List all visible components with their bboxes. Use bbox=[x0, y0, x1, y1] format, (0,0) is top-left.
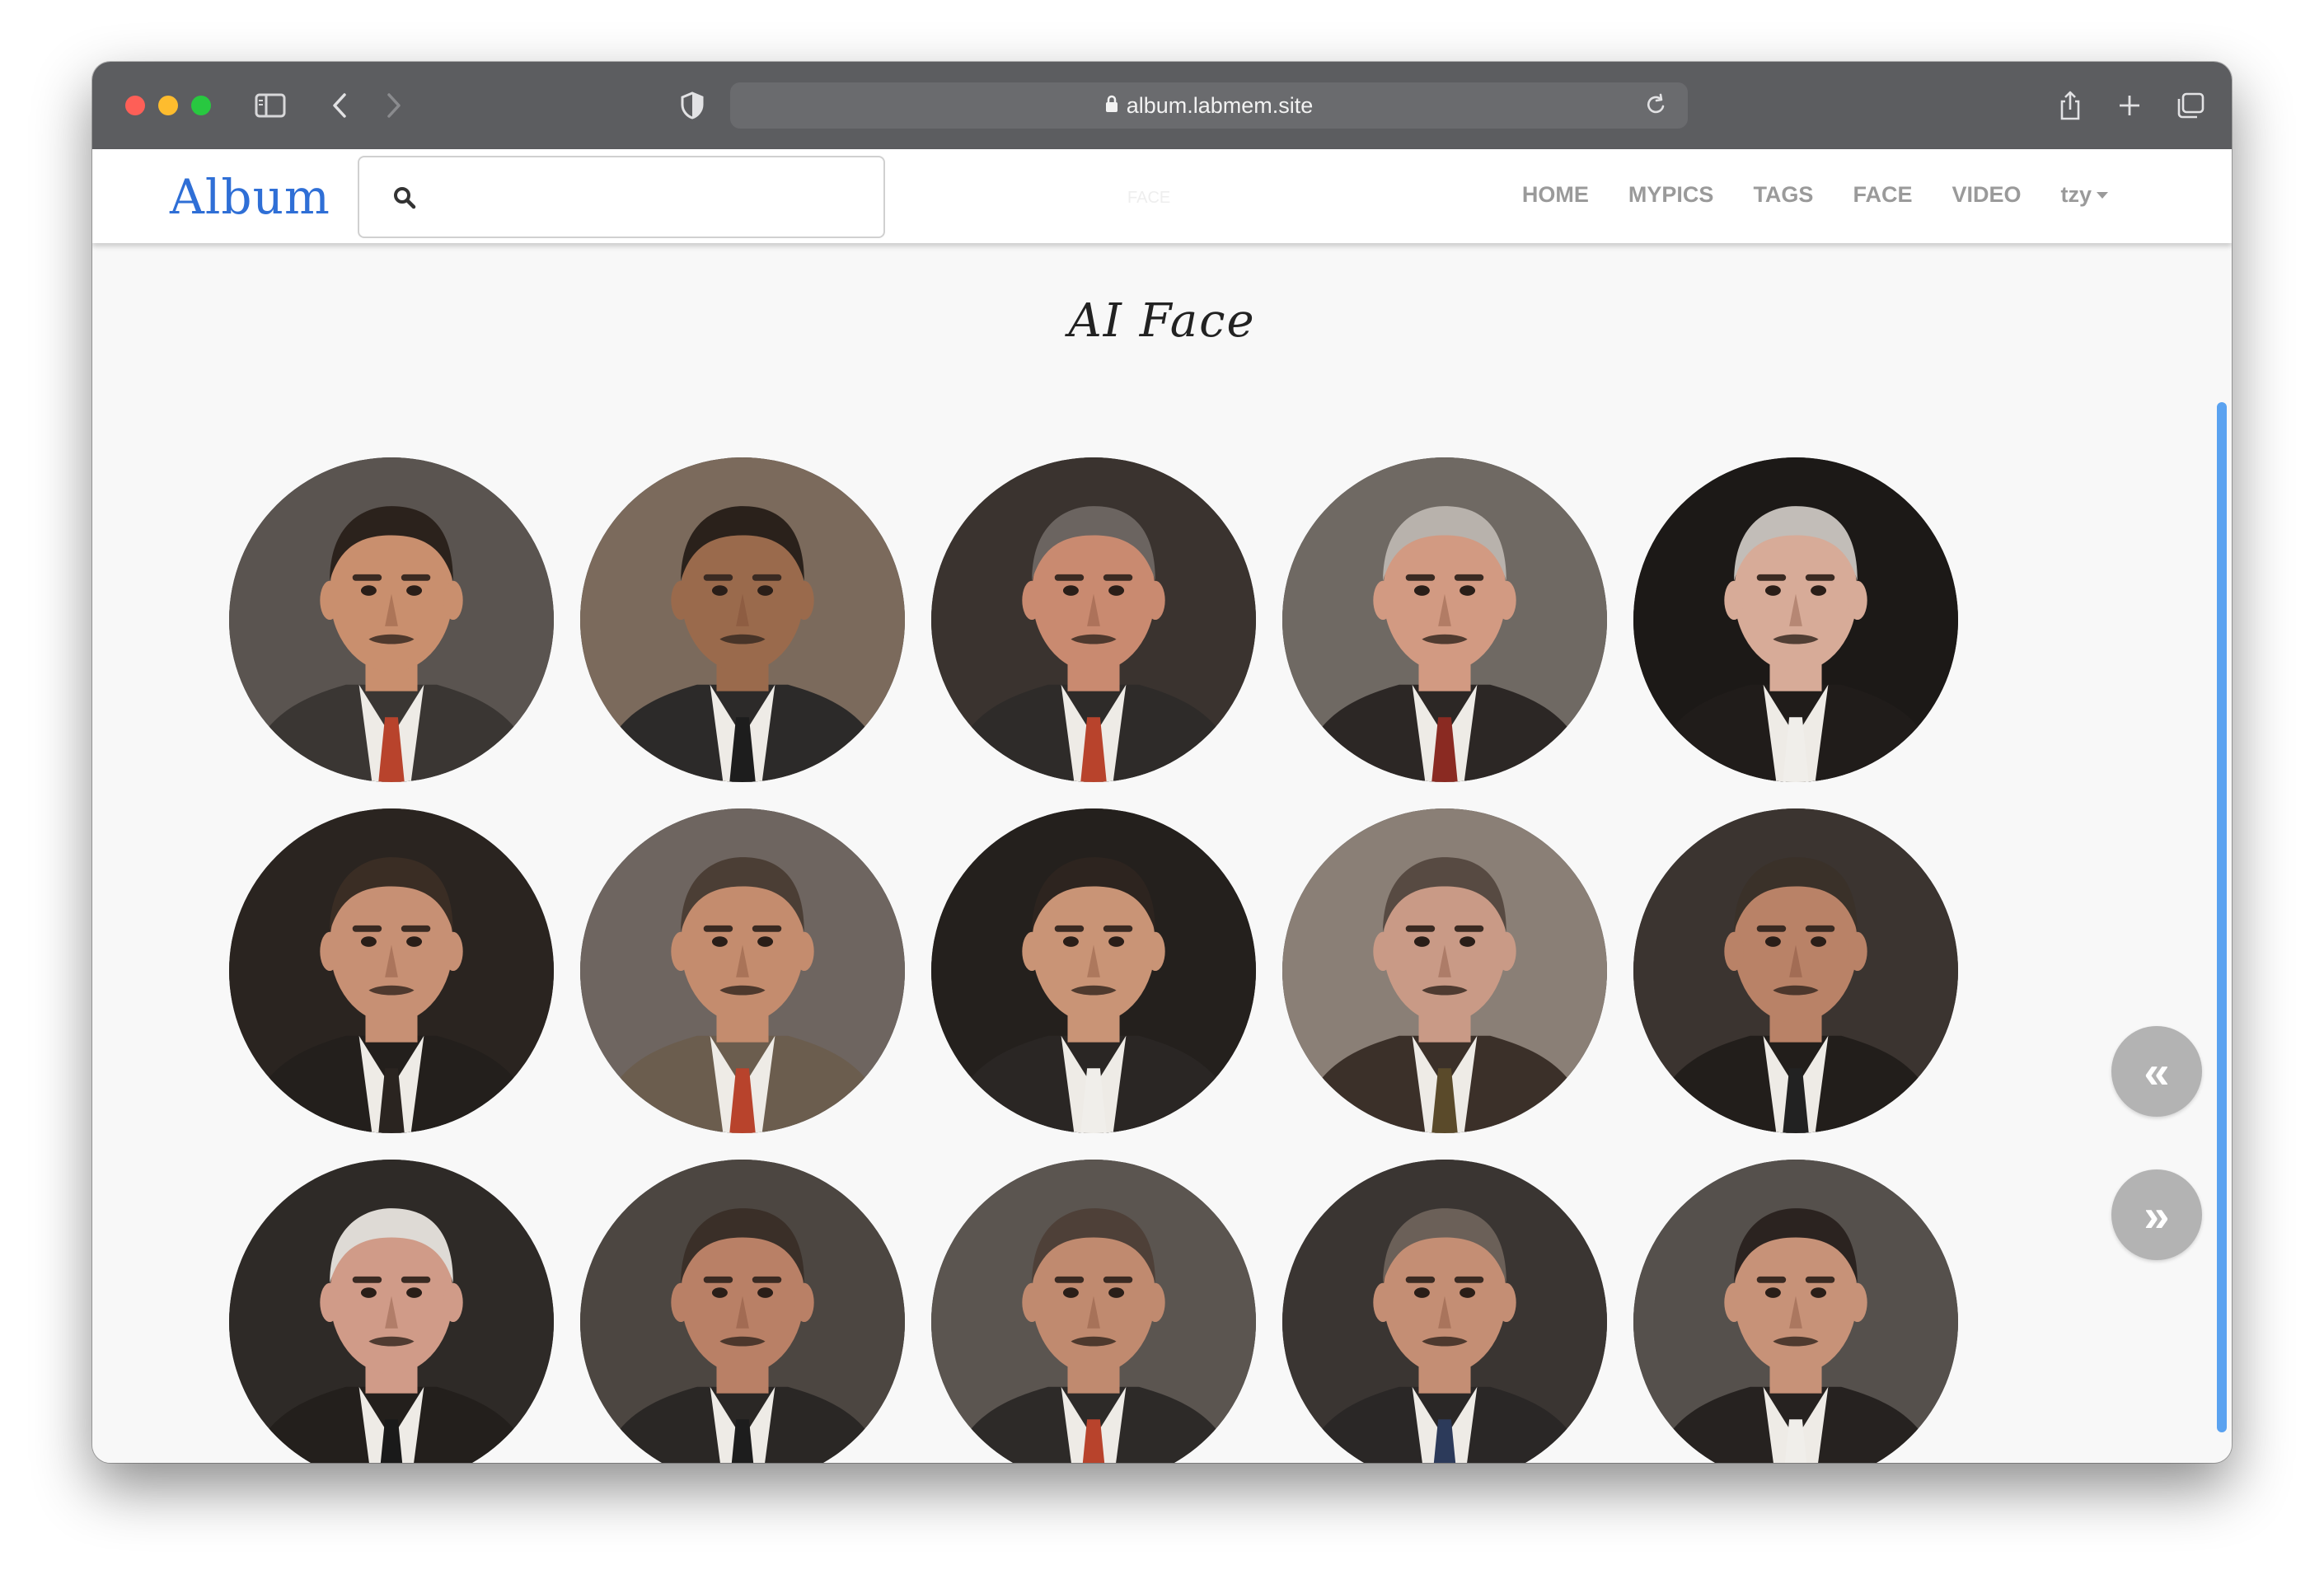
url-text: album.labmem.site bbox=[1126, 92, 1314, 118]
face-thumbnail[interactable] bbox=[1633, 1160, 1958, 1463]
portrait-image bbox=[931, 457, 1256, 782]
portrait-image bbox=[580, 457, 905, 782]
face-thumbnail[interactable] bbox=[1282, 457, 1607, 782]
user-menu[interactable]: tzy bbox=[2060, 182, 2108, 208]
portrait-image bbox=[229, 1160, 554, 1463]
portrait-image bbox=[931, 1160, 1256, 1463]
close-window-button[interactable] bbox=[125, 96, 145, 115]
browser-window: album.labmem.site Album FACE HOME MYPICS… bbox=[92, 62, 2232, 1463]
nav-home[interactable]: HOME bbox=[1522, 182, 1589, 208]
maximize-window-button[interactable] bbox=[191, 96, 211, 115]
portrait-image bbox=[1282, 457, 1607, 782]
double-chevron-left-icon: « bbox=[2144, 1045, 2170, 1098]
face-thumbnail[interactable] bbox=[229, 808, 554, 1133]
nav-video[interactable]: VIDEO bbox=[1952, 182, 2021, 208]
face-thumbnail[interactable] bbox=[1282, 1160, 1607, 1463]
privacy-shield-icon[interactable] bbox=[676, 87, 709, 124]
lock-icon bbox=[1105, 93, 1118, 119]
tab-overview-icon[interactable] bbox=[2172, 87, 2209, 124]
portrait-image bbox=[580, 1160, 905, 1463]
prev-page-button[interactable]: « bbox=[2111, 1026, 2202, 1117]
faded-nav-label: FACE bbox=[1127, 189, 1171, 207]
face-thumbnail[interactable] bbox=[931, 457, 1256, 782]
face-thumbnail[interactable] bbox=[580, 457, 905, 782]
nav-links: HOME MYPICS TAGS FACE VIDEO tzy bbox=[1522, 182, 2108, 208]
sidebar-toggle-icon[interactable] bbox=[252, 87, 288, 124]
forward-icon[interactable] bbox=[377, 87, 410, 124]
new-tab-icon[interactable] bbox=[2113, 87, 2146, 124]
face-thumbnail[interactable] bbox=[580, 1160, 905, 1463]
user-name: tzy bbox=[2060, 182, 2092, 207]
face-thumbnail[interactable] bbox=[229, 1160, 554, 1463]
search-input[interactable] bbox=[358, 156, 885, 238]
face-thumbnail[interactable] bbox=[229, 457, 554, 782]
minimize-window-button[interactable] bbox=[158, 96, 178, 115]
reload-icon[interactable] bbox=[1645, 92, 1668, 123]
face-thumbnail[interactable] bbox=[1282, 808, 1607, 1133]
portrait-image bbox=[229, 457, 554, 782]
portrait-image bbox=[931, 808, 1256, 1133]
double-chevron-right-icon: » bbox=[2144, 1188, 2170, 1241]
page-scrollbar[interactable] bbox=[2217, 402, 2227, 1432]
site-navbar: Album FACE HOME MYPICS TAGS FACE VIDEO t… bbox=[92, 149, 2232, 243]
face-thumbnail[interactable] bbox=[931, 1160, 1256, 1463]
face-thumbnail[interactable] bbox=[931, 808, 1256, 1133]
nav-face[interactable]: FACE bbox=[1853, 182, 1912, 208]
portrait-image bbox=[1633, 457, 1958, 782]
face-thumbnail[interactable] bbox=[580, 808, 905, 1133]
main-content: AI Face « » bbox=[92, 243, 2232, 1463]
browser-titlebar: album.labmem.site bbox=[92, 62, 2232, 149]
address-bar[interactable]: album.labmem.site bbox=[730, 82, 1688, 129]
face-thumbnail[interactable] bbox=[1633, 808, 1958, 1133]
nav-tags[interactable]: TAGS bbox=[1753, 182, 1813, 208]
page-title: AI Face bbox=[1068, 294, 1256, 348]
chevron-down-icon bbox=[2097, 191, 2108, 199]
portrait-image bbox=[1282, 808, 1607, 1133]
nav-mypics[interactable]: MYPICS bbox=[1628, 182, 1714, 208]
back-icon[interactable] bbox=[323, 87, 356, 124]
brand-logo[interactable]: Album bbox=[170, 169, 330, 225]
portrait-image bbox=[1633, 808, 1958, 1133]
portrait-image bbox=[1633, 1160, 1958, 1463]
share-icon[interactable] bbox=[2054, 87, 2087, 124]
portrait-image bbox=[229, 808, 554, 1133]
portrait-image bbox=[580, 808, 905, 1133]
portrait-image bbox=[1282, 1160, 1607, 1463]
next-page-button[interactable]: » bbox=[2111, 1169, 2202, 1260]
face-thumbnail[interactable] bbox=[1633, 457, 1958, 782]
search-icon bbox=[392, 185, 417, 214]
